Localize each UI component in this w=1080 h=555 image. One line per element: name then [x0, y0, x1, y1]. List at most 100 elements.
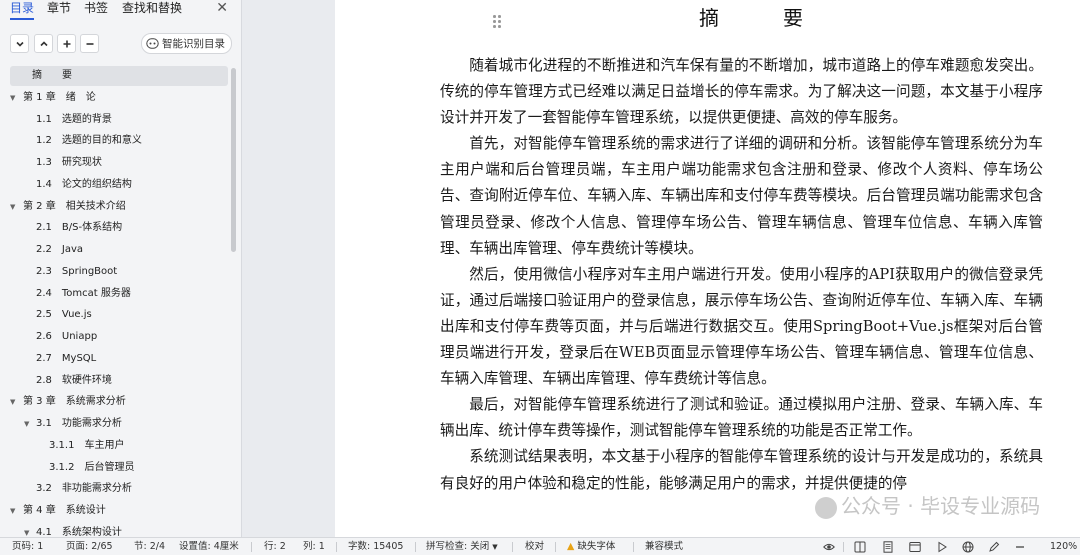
toc-item[interactable]: ▼ 4.1 系统架构设计: [10, 523, 228, 537]
tab-toc[interactable]: 目录: [10, 0, 35, 20]
toc-tree: 摘 要 ▼ 第 1 章 绪 论 1.1 选题的背景 1.2 选题的目的和意义 1.3 研究…: [0, 66, 236, 537]
toc-item-label: 3.1.1 车主用户: [49, 439, 125, 451]
abstract-body: 随着城市化进程的不断推进和汽车保有量的不断增加，城市道路上的停车难题愈发突出。传…: [440, 53, 1043, 497]
toc-item[interactable]: 3.1.1 车主用户: [10, 436, 228, 456]
expand-triangle-icon[interactable]: ▼: [24, 523, 29, 537]
toc-item-label: 2.3 SpringBoot: [36, 265, 118, 277]
zoom-level[interactable]: 120%: [1050, 540, 1077, 554]
expand-triangle-icon[interactable]: ▼: [10, 392, 15, 412]
toc-item-label: 2.1 B/S-体系结构: [36, 222, 123, 234]
play-icon[interactable]: [935, 540, 949, 554]
toc-item[interactable]: 2.3 SpringBoot: [10, 262, 228, 282]
toc-item[interactable]: 3.1.2 后台管理员: [10, 458, 228, 478]
zoom-out-icon[interactable]: [1013, 540, 1027, 554]
close-icon[interactable]: ✕: [216, 0, 228, 16]
toc-item[interactable]: 1.2 选题的目的和意义: [10, 131, 228, 151]
toc-item-label: 3.1 功能需求分析: [36, 418, 122, 429]
toc-item-label: 第 4 章 系统设计: [23, 505, 106, 516]
toc-item[interactable]: ▼ 第 1 章 绪 论: [10, 88, 228, 108]
eye-icon[interactable]: [822, 540, 836, 554]
status-setting[interactable]: 设置值: 4厘米: [179, 540, 239, 554]
document-area: 摘 要 随着城市化进程的不断推进和汽车保有量的不断增加，城市道路上的停车难题愈发…: [243, 0, 1080, 537]
toc-item-label: 2.4 Tomcat 服务器: [36, 287, 131, 299]
status-page-code[interactable]: 页码: 1: [12, 540, 43, 554]
toc-item[interactable]: 2.7 MySQL: [10, 349, 228, 369]
tab-bookmarks[interactable]: 书签: [84, 0, 108, 16]
tab-chapters[interactable]: 章节: [47, 0, 71, 16]
smart-toc-button[interactable]: 智能识别目录: [141, 33, 232, 54]
toc-item-label: 4.1 系统架构设计: [36, 526, 122, 537]
expand-triangle-icon[interactable]: ▼: [10, 88, 15, 108]
drag-handle-icon[interactable]: [493, 15, 503, 29]
status-section[interactable]: 节: 2/4: [134, 540, 165, 554]
toc-item[interactable]: ▼ 第 2 章 相关技术介绍: [10, 197, 228, 217]
warning-icon: ▲: [567, 541, 575, 552]
add-heading-button[interactable]: [57, 34, 76, 53]
toc-item[interactable]: 摘 要: [10, 66, 228, 86]
read-mode-icon[interactable]: [853, 540, 867, 554]
wechat-logo-icon: [815, 496, 837, 519]
navigation-pane: 目录 章节 书签 查找和替换 ✕ 智能识别目录 摘 要 ▼ 第 1 章 绪 论 1.1…: [0, 0, 242, 537]
expand-all-button[interactable]: [34, 34, 53, 53]
toc-item[interactable]: 1.1 选题的背景: [10, 110, 228, 130]
expand-triangle-icon[interactable]: ▼: [10, 197, 15, 217]
status-word-count[interactable]: 字数: 15405: [348, 540, 403, 554]
spellcheck-toggle[interactable]: 拼写检查: 关闭 ▼: [426, 540, 498, 554]
status-row[interactable]: 行: 2: [264, 540, 286, 554]
toc-item[interactable]: 2.4 Tomcat 服务器: [10, 284, 228, 304]
toc-item-label: 2.8 软硬件环境: [36, 374, 112, 386]
toc-item[interactable]: ▼ 第 3 章 系统需求分析: [10, 392, 228, 412]
collapse-all-button[interactable]: [10, 34, 29, 53]
pen-icon[interactable]: [987, 540, 1001, 554]
toc-item-label: 2.6 Uniapp: [36, 331, 98, 342]
page-view-icon[interactable]: [881, 540, 895, 554]
nav-tabs: 目录 章节 书签 查找和替换 ✕: [0, 0, 242, 24]
toc-item[interactable]: 2.1 B/S-体系结构: [10, 218, 228, 238]
status-page[interactable]: 页面: 2/65: [66, 540, 113, 554]
toc-toolbar: 智能识别目录: [10, 33, 232, 54]
web-layout-icon[interactable]: [908, 540, 922, 554]
toc-item[interactable]: 1.4 论文的组织结构: [10, 175, 228, 195]
compat-mode-label: 兼容模式: [645, 541, 684, 552]
plus-icon: [63, 40, 70, 47]
spellcheck-label: 拼写检查: 关闭: [426, 541, 490, 552]
globe-icon[interactable]: [961, 540, 975, 554]
proofread-button[interactable]: 校对: [525, 540, 544, 554]
toc-item[interactable]: ▼ 第 4 章 系统设计: [10, 501, 228, 521]
remove-heading-button[interactable]: [80, 34, 99, 53]
toc-item[interactable]: 2.5 Vue.js: [10, 305, 228, 325]
toc-item-label: 1.3 研究现状: [36, 157, 102, 168]
toc-item-label: 3.1.2 后台管理员: [49, 461, 135, 473]
status-bar: 页码: 1 页面: 2/65 节: 2/4 设置值: 4厘米 行: 2 列: 1…: [0, 537, 1080, 555]
missing-font-button[interactable]: ▲ 缺失字体: [567, 540, 615, 554]
document-page[interactable]: 摘 要 随着城市化进程的不断推进和汽车保有量的不断增加，城市道路上的停车难题愈发…: [335, 0, 1080, 537]
watermark-text: 公众号 · 毕设专业源码: [841, 494, 1041, 518]
toc-item[interactable]: 2.6 Uniapp: [10, 327, 228, 347]
smart-toc-label: 智能识别目录: [162, 38, 225, 50]
toc-item-label: 3.2 非功能需求分析: [36, 483, 132, 495]
toc-item[interactable]: 2.2 Java: [10, 240, 228, 260]
watermark: 公众号 · 毕设专业源码: [815, 490, 1040, 519]
toc-item-label: 摘 要: [32, 70, 72, 81]
tab-find-replace[interactable]: 查找和替换: [122, 0, 182, 16]
paragraph: 首先，对智能停车管理系统的需求进行了详细的调研和分析。该智能停车管理系统分为车主…: [440, 135, 1043, 257]
expand-triangle-icon[interactable]: ▼: [10, 501, 15, 521]
toc-item-label: 第 3 章 系统需求分析: [23, 396, 126, 408]
expand-triangle-icon[interactable]: ▼: [24, 414, 29, 434]
chevron-down-icon: [15, 41, 24, 47]
toc-item-label: 2.7 MySQL: [36, 352, 97, 364]
status-col[interactable]: 列: 1: [303, 540, 325, 554]
toc-item[interactable]: 2.8 软硬件环境: [10, 371, 228, 391]
abstract-heading: 摘 要: [699, 6, 825, 30]
toc-item-label: 2.5 Vue.js: [36, 309, 92, 321]
paragraph: 最后，对智能停车管理系统进行了测试和验证。通过模拟用户注册、登录、车辆入库、车辆…: [440, 396, 1043, 440]
toc-item-label: 1.1 选题的背景: [36, 113, 112, 125]
toc-item-label: 2.2 Java: [36, 244, 84, 255]
toc-item-label: 1.4 论文的组织结构: [36, 178, 132, 190]
missing-font-label: 缺失字体: [577, 541, 616, 552]
toc-scrollbar[interactable]: [231, 68, 236, 252]
smart-recognize-icon: [146, 38, 159, 49]
toc-item[interactable]: 1.3 研究现状: [10, 153, 228, 173]
toc-item[interactable]: 3.2 非功能需求分析: [10, 479, 228, 499]
toc-item[interactable]: ▼ 3.1 功能需求分析: [10, 414, 228, 434]
